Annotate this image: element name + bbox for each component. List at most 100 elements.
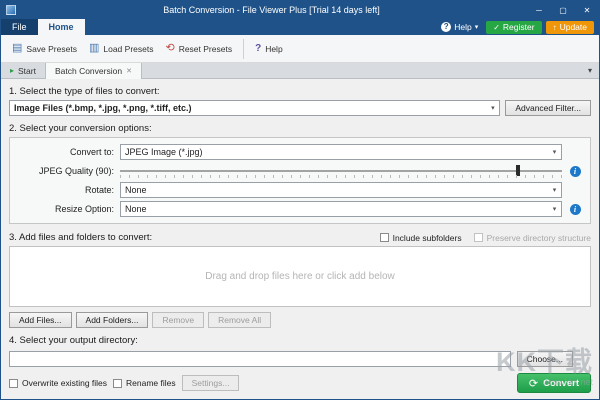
- include-subfolders-label: Include subfolders: [393, 233, 462, 243]
- title-bar: Batch Conversion - File Viewer Plus [Tri…: [1, 1, 599, 19]
- convert-to-row: Convert to: JPEG Image (*.jpg) ▾: [18, 144, 582, 160]
- update-button[interactable]: ↑ Update: [546, 21, 594, 34]
- rotate-label: Rotate:: [18, 185, 114, 195]
- section3-header-row: 3. Add files and folders to convert: Inc…: [9, 232, 591, 243]
- help-toolbar-button[interactable]: ? Help: [249, 39, 289, 58]
- load-presets-icon: ▥: [89, 43, 99, 54]
- reset-presets-label: Reset Presets: [179, 44, 232, 54]
- start-tab-label: Start: [18, 66, 36, 76]
- preserve-structure-label: Preserve directory structure: [487, 233, 591, 243]
- batch-tab-label: Batch Conversion: [55, 66, 122, 76]
- help-toolbar-label: Help: [265, 44, 282, 54]
- ribbon-toolbar: ▤ Save Presets ▥ Load Presets ⟲ Reset Pr…: [1, 35, 599, 63]
- rotate-value: None: [125, 185, 147, 195]
- chevron-down-icon: ▾: [548, 148, 561, 156]
- section1-label: 1. Select the type of files to convert:: [9, 86, 591, 97]
- ribbon-right-cluster: ? Help ▾ ✓ Register ↑ Update: [437, 19, 599, 35]
- help-menu-button[interactable]: ? Help ▾: [437, 22, 482, 32]
- file-type-dropdown[interactable]: Image Files (*.bmp, *.jpg, *.png, *.tiff…: [9, 100, 500, 116]
- save-presets-button[interactable]: ▤ Save Presets: [6, 39, 83, 58]
- toolbar-separator: [243, 39, 244, 59]
- tab-batch-conversion[interactable]: Batch Conversion ✕: [45, 63, 142, 79]
- load-presets-button[interactable]: ▥ Load Presets: [83, 39, 160, 58]
- convert-to-value: JPEG Image (*.jpg): [125, 147, 203, 157]
- update-label: Update: [560, 22, 587, 32]
- tab-close-icon[interactable]: ✕: [126, 67, 132, 75]
- output-directory-input[interactable]: [9, 351, 511, 367]
- settings-button: Settings...: [182, 375, 240, 391]
- convert-icon: ⟳: [529, 377, 538, 390]
- rotate-row: Rotate: None ▾: [18, 182, 582, 198]
- start-tab-icon: ▸: [10, 66, 14, 75]
- resize-value: None: [125, 204, 147, 214]
- save-presets-label: Save Presets: [26, 44, 77, 54]
- load-presets-label: Load Presets: [103, 44, 153, 54]
- ribbon-tab-row: File Home ? Help ▾ ✓ Register ↑ Update: [1, 19, 599, 35]
- app-window: Batch Conversion - File Viewer Plus [Tri…: [0, 0, 600, 400]
- help-icon: ?: [441, 22, 451, 32]
- window-title: Batch Conversion - File Viewer Plus [Tri…: [16, 5, 527, 15]
- file-type-value: Image Files (*.bmp, *.jpg, *.png, *.tiff…: [14, 103, 192, 113]
- window-controls: ─ ▢ ✕: [527, 1, 599, 19]
- preserve-structure-checkbox: [474, 233, 483, 242]
- rename-option[interactable]: Rename files: [113, 378, 176, 388]
- remove-button: Remove: [152, 312, 204, 328]
- include-subfolders-checkbox[interactable]: [380, 233, 389, 242]
- info-icon[interactable]: i: [570, 204, 581, 215]
- rotate-dropdown[interactable]: None ▾: [120, 182, 562, 198]
- document-tabstrip: ▸ Start Batch Conversion ✕ ▾: [1, 63, 599, 79]
- resize-row: Resize Option: None ▾ i: [18, 201, 582, 217]
- reset-presets-icon: ⟲: [165, 43, 174, 54]
- check-icon: ✓: [493, 23, 500, 32]
- output-directory-row: Choose...: [9, 351, 591, 367]
- convert-button[interactable]: ⟳ Convert: [517, 373, 591, 393]
- jpeg-quality-slider[interactable]: [120, 164, 562, 178]
- app-icon: [6, 5, 16, 15]
- quality-info: i: [568, 166, 582, 177]
- advanced-filter-button[interactable]: Advanced Filter...: [505, 100, 591, 116]
- jpeg-quality-row: JPEG Quality (90): i: [18, 163, 582, 179]
- rename-checkbox[interactable]: [113, 379, 122, 388]
- file-drop-area[interactable]: Drag and drop files here or click add be…: [9, 246, 591, 307]
- chevron-down-icon: ▾: [548, 205, 561, 213]
- subfolder-options: Include subfolders Preserve directory st…: [380, 233, 591, 243]
- preserve-structure-option: Preserve directory structure: [474, 233, 591, 243]
- main-content: 1. Select the type of files to convert: …: [1, 79, 599, 399]
- bottom-options-row: Overwrite existing files Rename files Se…: [9, 373, 591, 393]
- tab-start[interactable]: ▸ Start: [1, 63, 45, 78]
- register-button[interactable]: ✓ Register: [486, 21, 541, 34]
- overwrite-checkbox[interactable]: [9, 379, 18, 388]
- quality-slider-handle[interactable]: [516, 165, 520, 176]
- convert-to-label: Convert to:: [18, 147, 114, 157]
- tab-file[interactable]: File: [1, 19, 38, 35]
- jpeg-quality-label: JPEG Quality (90):: [18, 166, 114, 176]
- file-buttons-row: Add Files... Add Folders... Remove Remov…: [9, 312, 591, 328]
- reset-presets-button[interactable]: ⟲ Reset Presets: [159, 39, 238, 58]
- section4-label: 4. Select your output directory:: [9, 335, 591, 346]
- resize-dropdown[interactable]: None ▾: [120, 201, 562, 217]
- maximize-icon[interactable]: ▢: [551, 1, 575, 19]
- rename-label: Rename files: [126, 378, 176, 388]
- add-folders-button[interactable]: Add Folders...: [76, 312, 149, 328]
- tab-list-dropdown[interactable]: ▾: [581, 63, 599, 78]
- conversion-options-panel: Convert to: JPEG Image (*.jpg) ▾ JPEG Qu…: [9, 137, 591, 224]
- info-icon[interactable]: i: [570, 166, 581, 177]
- file-type-row: Image Files (*.bmp, *.jpg, *.png, *.tiff…: [9, 100, 591, 116]
- choose-button[interactable]: Choose...: [517, 351, 573, 367]
- close-icon[interactable]: ✕: [575, 1, 599, 19]
- resize-info: i: [568, 204, 582, 215]
- include-subfolders-option[interactable]: Include subfolders: [380, 233, 462, 243]
- overwrite-label: Overwrite existing files: [22, 378, 107, 388]
- remove-all-button: Remove All: [208, 312, 271, 328]
- chevron-down-icon: ▾: [486, 104, 499, 112]
- help-toolbar-icon: ?: [255, 43, 261, 54]
- register-label: Register: [503, 22, 535, 32]
- convert-to-dropdown[interactable]: JPEG Image (*.jpg) ▾: [120, 144, 562, 160]
- drop-area-text: Drag and drop files here or click add be…: [205, 271, 395, 282]
- chevron-down-icon: ▾: [475, 23, 479, 31]
- overwrite-option[interactable]: Overwrite existing files: [9, 378, 107, 388]
- tab-home[interactable]: Home: [38, 19, 85, 35]
- add-files-button[interactable]: Add Files...: [9, 312, 72, 328]
- section2-label: 2. Select your conversion options:: [9, 123, 591, 134]
- minimize-icon[interactable]: ─: [527, 1, 551, 19]
